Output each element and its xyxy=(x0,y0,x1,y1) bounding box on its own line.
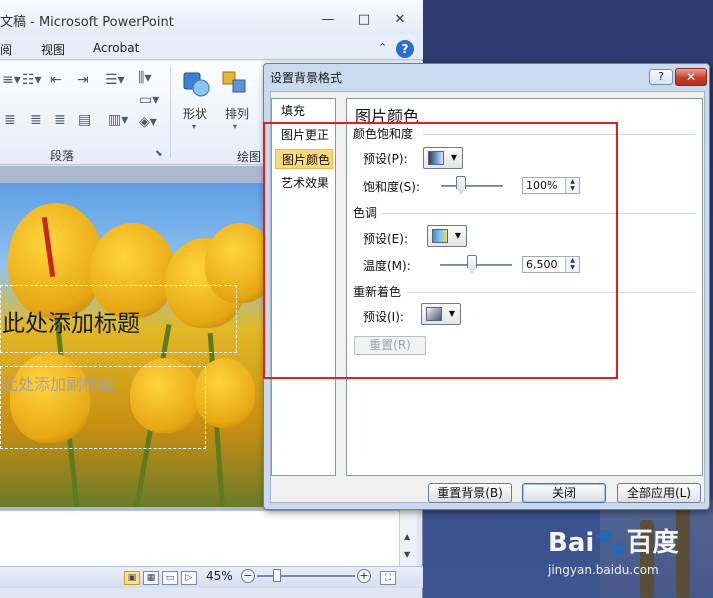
scroll-up-icon[interactable]: ▲ xyxy=(404,532,410,541)
increase-indent-icon[interactable]: ⇥ xyxy=(77,72,89,88)
list-bullets-icon[interactable]: ≡▾ xyxy=(2,72,21,88)
fit-slide-icon[interactable]: ⛶ xyxy=(380,571,396,585)
dialog-close-button[interactable]: ✕ xyxy=(675,68,707,86)
notes-pane[interactable] xyxy=(0,510,417,568)
highlight-annotation-box xyxy=(263,122,618,379)
align-center-icon[interactable]: ≣ xyxy=(30,112,42,128)
close-button[interactable]: 关闭 xyxy=(522,483,606,503)
chevron-down-icon[interactable]: ▾ xyxy=(233,122,237,131)
drawing-group-label: 绘图 xyxy=(237,150,262,164)
shapes-icon[interactable] xyxy=(181,70,211,98)
slide-sorter-icon[interactable]: ▦ xyxy=(143,571,159,585)
ppt-titlebar: 文稿 - Microsoft PowerPoint — □ ✕ xyxy=(0,0,423,36)
list-numbers-icon[interactable]: ☷▾ xyxy=(22,72,42,88)
smartart-icon[interactable]: ◈▾ xyxy=(139,114,157,130)
justify-icon[interactable]: ▤ xyxy=(78,112,91,128)
reset-background-button[interactable]: 重置背景(B) xyxy=(428,483,512,503)
dialog-title: 设置背景格式 xyxy=(270,71,343,85)
ppt-window-title: 文稿 - Microsoft PowerPoint xyxy=(0,15,174,30)
line-spacing-icon[interactable]: ☰▾ xyxy=(105,72,125,88)
ribbon-separator xyxy=(170,66,171,158)
align-right-icon[interactable]: ≣ xyxy=(54,112,66,128)
zoom-out-icon[interactable]: − xyxy=(241,569,255,583)
maximize-icon[interactable]: □ xyxy=(354,12,374,27)
minimize-icon[interactable]: — xyxy=(318,12,338,27)
baidu-watermark-url: jingyan.baidu.com xyxy=(548,563,659,577)
align-left-icon[interactable]: ≣ xyxy=(4,112,16,128)
chevron-down-icon[interactable]: ▾ xyxy=(192,122,196,131)
collapse-ribbon-icon[interactable]: ⌃ xyxy=(378,41,387,54)
tab-acrobat[interactable]: Acrobat xyxy=(93,41,139,55)
arrange-label[interactable]: 排列 xyxy=(225,105,249,122)
text-direction-icon[interactable]: ⫼▾ xyxy=(138,70,151,86)
slideshow-icon[interactable]: ▷ xyxy=(181,571,197,585)
normal-view-icon[interactable]: ▣ xyxy=(124,571,140,585)
scroll-down-icon[interactable]: ▼ xyxy=(404,550,410,559)
shapes-label[interactable]: 形状 xyxy=(183,105,207,122)
align-text-icon[interactable]: ▭▾ xyxy=(139,92,159,108)
help-icon[interactable]: ? xyxy=(396,40,414,58)
tab-view[interactable]: 视图 xyxy=(41,41,65,58)
close-icon[interactable]: ✕ xyxy=(390,12,410,27)
arrange-icon[interactable] xyxy=(221,70,251,98)
dialog-help-button[interactable]: ? xyxy=(649,69,673,85)
apply-to-all-button[interactable]: 全部应用(L) xyxy=(617,483,701,503)
baidu-watermark-logo: Bai🐾百度 xyxy=(548,528,679,558)
subtitle-placeholder-text[interactable]: 此处添加副标题 xyxy=(2,371,114,395)
zoom-slider[interactable] xyxy=(257,575,355,577)
ribbon-tabs: 阅 视图 Acrobat xyxy=(0,36,423,60)
zoom-slider-thumb[interactable] xyxy=(273,569,281,582)
reading-view-icon[interactable]: ▭ xyxy=(162,571,178,585)
zoom-level[interactable]: 45% xyxy=(206,569,233,583)
columns-icon[interactable]: ▥▾ xyxy=(108,112,128,128)
title-placeholder-text[interactable]: 此处添加标题 xyxy=(2,304,140,338)
decrease-indent-icon[interactable]: ⇤ xyxy=(50,72,62,88)
tab-review[interactable]: 阅 xyxy=(0,41,12,58)
zoom-in-icon[interactable]: + xyxy=(357,569,371,583)
paragraph-group-label: 段落 xyxy=(50,149,75,163)
dialog-launcher-icon[interactable]: ⬊ xyxy=(155,149,163,159)
vertical-scrollbar[interactable]: ▲ ▼ xyxy=(399,510,417,568)
nav-item-fill[interactable]: 填充 xyxy=(275,101,333,121)
